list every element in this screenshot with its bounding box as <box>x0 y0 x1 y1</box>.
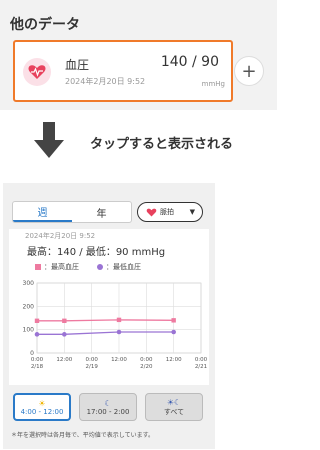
y-tick-label: 0 <box>30 350 34 357</box>
data-point-diastolic <box>62 332 67 337</box>
x-tick-time: 0:00 <box>31 357 44 363</box>
morning-button[interactable]: ☀ 4:00 - 12:00 <box>13 393 71 421</box>
card-value: 140 / 90 <box>160 54 219 70</box>
pulse-dropdown[interactable]: 脈拍 ▼ <box>137 202 203 222</box>
y-tick-label: 200 <box>23 303 35 310</box>
legend-item-systolic: ：最高血圧 <box>35 262 79 272</box>
data-point-systolic <box>171 318 176 323</box>
chart-date: 2024年2月20日 9:52 <box>25 232 96 240</box>
data-point-systolic <box>62 318 67 323</box>
chart-legend: ：最高血圧 ：最低血圧 <box>35 262 141 272</box>
data-point-diastolic <box>34 332 40 337</box>
other-data-section: 他のデータ 血圧 2024年2月20日 9:52 140 / 90 mmHg + <box>0 0 277 110</box>
moon-icon: ☾ <box>104 398 112 408</box>
x-tick-time: 12:00 <box>166 357 182 363</box>
x-tick-time: 0:00 <box>195 357 208 363</box>
x-tick-time: 0:00 <box>140 357 153 363</box>
footnote: ＊年を選択時は各月毎で、平均値で表示しています。 <box>11 432 154 439</box>
x-tick-date: 2/19 <box>85 364 98 370</box>
series-line-0 <box>37 319 174 322</box>
card-label: 血圧 <box>65 58 90 72</box>
x-tick-time: 12:00 <box>111 357 127 363</box>
down-arrow-icon <box>34 122 64 158</box>
y-tick-label: 100 <box>23 327 35 334</box>
section-title: 他のデータ <box>10 17 80 33</box>
heart-icon <box>146 208 157 216</box>
all-day-button[interactable]: ☀☾ すべて <box>145 393 203 421</box>
legend-item-diastolic: ：最低血圧 <box>97 262 141 272</box>
period-tabs: 週 年 <box>12 201 132 223</box>
evening-button[interactable]: ☾ 17:00 - 2:00 <box>79 393 137 421</box>
time-range-buttons: ☀ 4:00 - 12:00 ☾ 17:00 - 2:00 ☀☾ すべて <box>13 393 213 423</box>
card-unit: mmHg <box>201 80 225 88</box>
blood-pressure-chart: 01002003000:002/1812:00 0:002/1912:00 0:00… <box>23 280 208 370</box>
series-line-1 <box>37 331 174 335</box>
data-point-systolic <box>116 317 122 323</box>
x-tick-time: 12:00 <box>56 357 72 363</box>
tap-caption: タップすると表示される <box>90 137 234 152</box>
legend-swatch-systolic <box>35 264 41 270</box>
sun-icon: ☀ <box>38 398 46 408</box>
data-point-systolic <box>34 318 40 323</box>
pulse-label: 脈拍 <box>160 208 174 216</box>
x-tick-date: 2/20 <box>140 364 153 370</box>
tab-week[interactable]: 週 <box>13 202 72 222</box>
morning-button-label: 4:00 - 12:00 <box>20 407 64 416</box>
evening-button-label: 17:00 - 2:00 <box>86 407 130 416</box>
chevron-down-icon: ▼ <box>189 208 195 216</box>
data-point-diastolic <box>116 329 122 335</box>
all-day-button-label: すべて <box>163 407 185 416</box>
heart-icon <box>23 58 51 86</box>
x-tick-date: 2/21 <box>195 364 207 370</box>
x-tick-date: 2/18 <box>31 364 44 370</box>
x-tick-time: 0:00 <box>85 357 98 363</box>
sun-moon-icon: ☀☾ <box>166 397 182 407</box>
chart-summary: 最高：140 / 最低：90 mmHg <box>27 247 166 258</box>
tab-year[interactable]: 年 <box>72 202 131 222</box>
add-button[interactable]: + <box>234 56 264 86</box>
data-point-diastolic <box>171 329 176 335</box>
detail-screen: 週 年 脈拍 ▼ 2024年2月20日 9:52 最高：140 / 最低：90 … <box>3 183 215 449</box>
legend-swatch-diastolic <box>97 264 103 270</box>
blood-pressure-card[interactable]: 血圧 2024年2月20日 9:52 140 / 90 mmHg <box>13 40 233 102</box>
legend-label-systolic: ：最高血圧 <box>44 263 79 271</box>
y-tick-label: 300 <box>23 280 35 287</box>
legend-label-diastolic: ：最低血圧 <box>106 263 141 271</box>
chart-card: 2024年2月20日 9:52 最高：140 / 最低：90 mmHg ：最高血… <box>9 229 209 385</box>
card-date: 2024年2月20日 9:52 <box>65 77 146 86</box>
